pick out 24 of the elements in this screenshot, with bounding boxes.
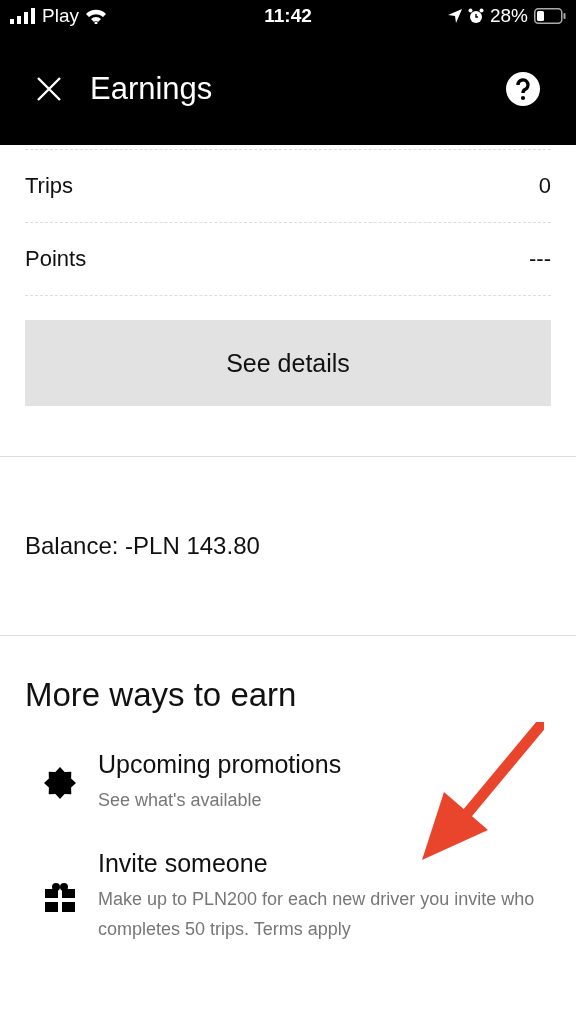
signal-icon bbox=[10, 8, 36, 24]
badge-icon bbox=[44, 766, 76, 799]
item-title[interactable]: Invite someone bbox=[98, 849, 538, 878]
stat-value: 0 bbox=[538, 173, 551, 199]
help-button[interactable] bbox=[506, 71, 540, 106]
item-subtitle: Make up to PLN200 for each new driver you invite who completes 50 trips. Terms apply bbox=[98, 888, 536, 941]
close-button[interactable] bbox=[36, 75, 62, 102]
gift-icon bbox=[44, 880, 76, 913]
carrier-name: Play bbox=[42, 5, 79, 27]
item-subtitle: See what's available bbox=[98, 789, 263, 812]
balance-text: Balance: -PLN 143.80 bbox=[25, 532, 260, 560]
battery-icon bbox=[534, 8, 566, 24]
stat-value: --- bbox=[529, 246, 551, 272]
wifi-icon bbox=[84, 8, 107, 24]
alarm-icon bbox=[467, 8, 484, 24]
page-title: Earnings bbox=[90, 70, 214, 107]
see-details-button[interactable]: See details bbox=[25, 320, 551, 406]
location-icon bbox=[447, 9, 462, 23]
status-time: 11:42 bbox=[264, 5, 312, 27]
stat-label: Points bbox=[25, 246, 87, 272]
section-heading: More ways to earn bbox=[25, 676, 298, 714]
battery-percent: 28% bbox=[489, 5, 528, 27]
stat-label: Trips bbox=[25, 173, 74, 199]
item-title[interactable]: Upcoming promotions bbox=[98, 750, 538, 779]
